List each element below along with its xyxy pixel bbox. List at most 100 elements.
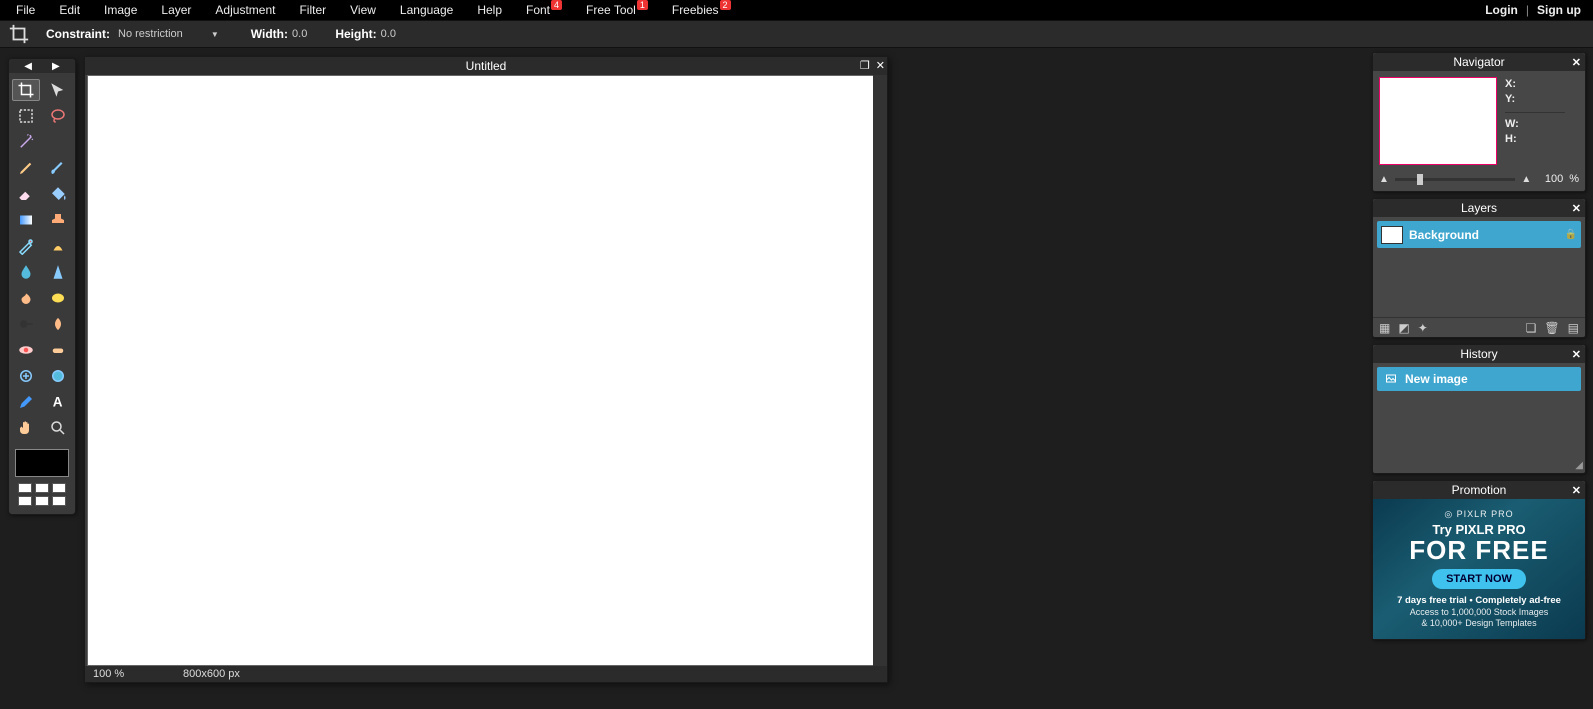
tool-gradient[interactable] (12, 209, 40, 231)
tool-burn[interactable] (44, 313, 72, 335)
tool-sharpen[interactable] (44, 261, 72, 283)
layer-mask-icon[interactable]: ◩ (1398, 321, 1409, 335)
canvas-scrollbar-vertical[interactable] (873, 75, 887, 666)
toolbox-arrow-right-icon[interactable]: ▶ (52, 61, 60, 72)
layers-footer: ▦ ◩ ✦ ❏ 🗑 ▤ (1373, 317, 1585, 337)
width-value[interactable]: 0.0 (292, 28, 307, 40)
promo-line2: Access to 1,000,000 Stock Images (1410, 607, 1549, 618)
tool-paint-bucket[interactable] (44, 183, 72, 205)
height-value[interactable]: 0.0 (381, 28, 396, 40)
tool-brush[interactable] (44, 157, 72, 179)
menu-filter[interactable]: Filter (287, 1, 338, 19)
tool-eraser[interactable] (12, 183, 40, 205)
tool-hand[interactable] (12, 417, 40, 439)
crop-icon (8, 23, 30, 45)
toolbox: ◀ ▶ (8, 58, 76, 515)
menu-layer[interactable]: Layer (149, 1, 203, 19)
layer-delete-icon[interactable]: 🗑 (1544, 321, 1559, 335)
layer-settings-icon[interactable]: ▤ (1568, 321, 1579, 335)
canvas[interactable] (87, 75, 875, 666)
svg-text:A: A (53, 395, 63, 410)
navigator-close-icon[interactable]: ✕ (1572, 54, 1581, 72)
tool-sponge[interactable] (44, 287, 72, 309)
promo-brand: ◎ PIXLR PRO (1444, 509, 1513, 520)
new-image-icon (1383, 372, 1399, 386)
tool-crop[interactable] (12, 79, 40, 101)
promotion-close-icon[interactable]: ✕ (1572, 482, 1581, 500)
color-swatch-main[interactable] (15, 449, 69, 477)
navigator-zoom-value[interactable]: 100 (1537, 173, 1563, 185)
menu-help[interactable]: Help (465, 1, 514, 19)
menu-adjustment[interactable]: Adjustment (203, 1, 287, 19)
tool-dodge[interactable] (12, 313, 40, 335)
navigator-x-label: X: (1505, 77, 1565, 92)
signup-link[interactable]: Sign up (1529, 3, 1589, 17)
tool-move[interactable] (44, 79, 72, 101)
canvas-status-bar: 100 % 800x600 px (85, 666, 887, 682)
menu-image[interactable]: Image (92, 1, 149, 19)
tool-pinch[interactable] (44, 365, 72, 387)
layer-duplicate-icon[interactable]: ❏ (1526, 321, 1537, 335)
promo-line3: & 10,000+ Design Templates (1421, 618, 1536, 629)
width-label: Width: (251, 27, 288, 41)
navigator-thumbnail[interactable] (1379, 77, 1497, 165)
toolbox-arrow-left-icon[interactable]: ◀ (24, 61, 32, 72)
zoom-in-icon[interactable]: ▲ (1521, 174, 1531, 185)
window-close-icon[interactable]: ✕ (876, 57, 885, 75)
layers-close-icon[interactable]: ✕ (1572, 200, 1581, 218)
promo-start-button[interactable]: START NOW (1432, 569, 1526, 589)
tool-spot-heal[interactable] (44, 339, 72, 361)
toolbox-handle[interactable]: ◀ ▶ (9, 59, 75, 73)
constraint-select[interactable]: No restriction (114, 26, 223, 42)
menu-language[interactable]: Language (388, 1, 465, 19)
layer-style-icon[interactable]: ✦ (1418, 321, 1428, 335)
menu-free-tool[interactable]: Free Tool1 (574, 1, 660, 19)
menu-freebies[interactable]: Freebies2 (660, 1, 743, 19)
tool-colorpicker[interactable] (12, 391, 40, 413)
window-maximize-icon[interactable]: ❐ (860, 57, 870, 75)
menu-file[interactable]: File (4, 1, 47, 19)
swatch-cell[interactable] (52, 496, 66, 506)
tool-bloat[interactable] (12, 365, 40, 387)
tool-zoom[interactable] (44, 417, 72, 439)
login-link[interactable]: Login (1477, 3, 1526, 17)
swatch-cell[interactable] (52, 483, 66, 493)
tool-clone-stamp[interactable] (44, 209, 72, 231)
navigator-zoom-slider[interactable] (1395, 178, 1515, 181)
history-item[interactable]: New image (1377, 367, 1581, 391)
menu-bar: File Edit Image Layer Adjustment Filter … (0, 0, 1593, 20)
swatch-cell[interactable] (35, 483, 49, 493)
layer-item[interactable]: Background 🔒 (1377, 221, 1581, 248)
tool-type[interactable]: A (44, 391, 72, 413)
menu-font[interactable]: Font4 (514, 1, 574, 19)
navigator-y-label: Y: (1505, 92, 1565, 107)
canvas-zoom-unit: % (114, 668, 124, 680)
font-badge: 4 (551, 0, 562, 10)
layer-new-icon[interactable]: ▦ (1379, 321, 1390, 335)
tool-lasso[interactable] (44, 105, 72, 127)
tool-blur[interactable] (12, 261, 40, 283)
zoom-out-icon[interactable]: ▲ (1379, 174, 1389, 185)
document-titlebar[interactable]: Untitled ❐ ✕ (85, 57, 887, 75)
tool-pencil[interactable] (12, 157, 40, 179)
swatch-cell[interactable] (35, 496, 49, 506)
history-title: History (1460, 347, 1497, 361)
lock-icon[interactable]: 🔒 (1565, 229, 1577, 240)
swatch-cell[interactable] (18, 483, 32, 493)
menu-edit[interactable]: Edit (47, 1, 92, 19)
history-close-icon[interactable]: ✕ (1572, 346, 1581, 364)
tool-smudge[interactable] (12, 287, 40, 309)
tool-wand[interactable] (12, 131, 40, 153)
canvas-zoom-value[interactable]: 100 (93, 668, 111, 680)
navigator-w-label: W: (1505, 117, 1565, 132)
swatch-cell[interactable] (18, 496, 32, 506)
resize-grip-icon[interactable]: ◢ (1575, 460, 1583, 471)
tool-color-replace[interactable] (12, 235, 40, 257)
constraint-label: Constraint: (46, 27, 110, 41)
document-window: Untitled ❐ ✕ 100 % 800x600 px (84, 56, 888, 683)
tool-red-eye[interactable] (12, 339, 40, 361)
navigator-title: Navigator (1453, 55, 1504, 69)
tool-marquee[interactable] (12, 105, 40, 127)
menu-view[interactable]: View (338, 1, 388, 19)
tool-drawing[interactable] (44, 235, 72, 257)
